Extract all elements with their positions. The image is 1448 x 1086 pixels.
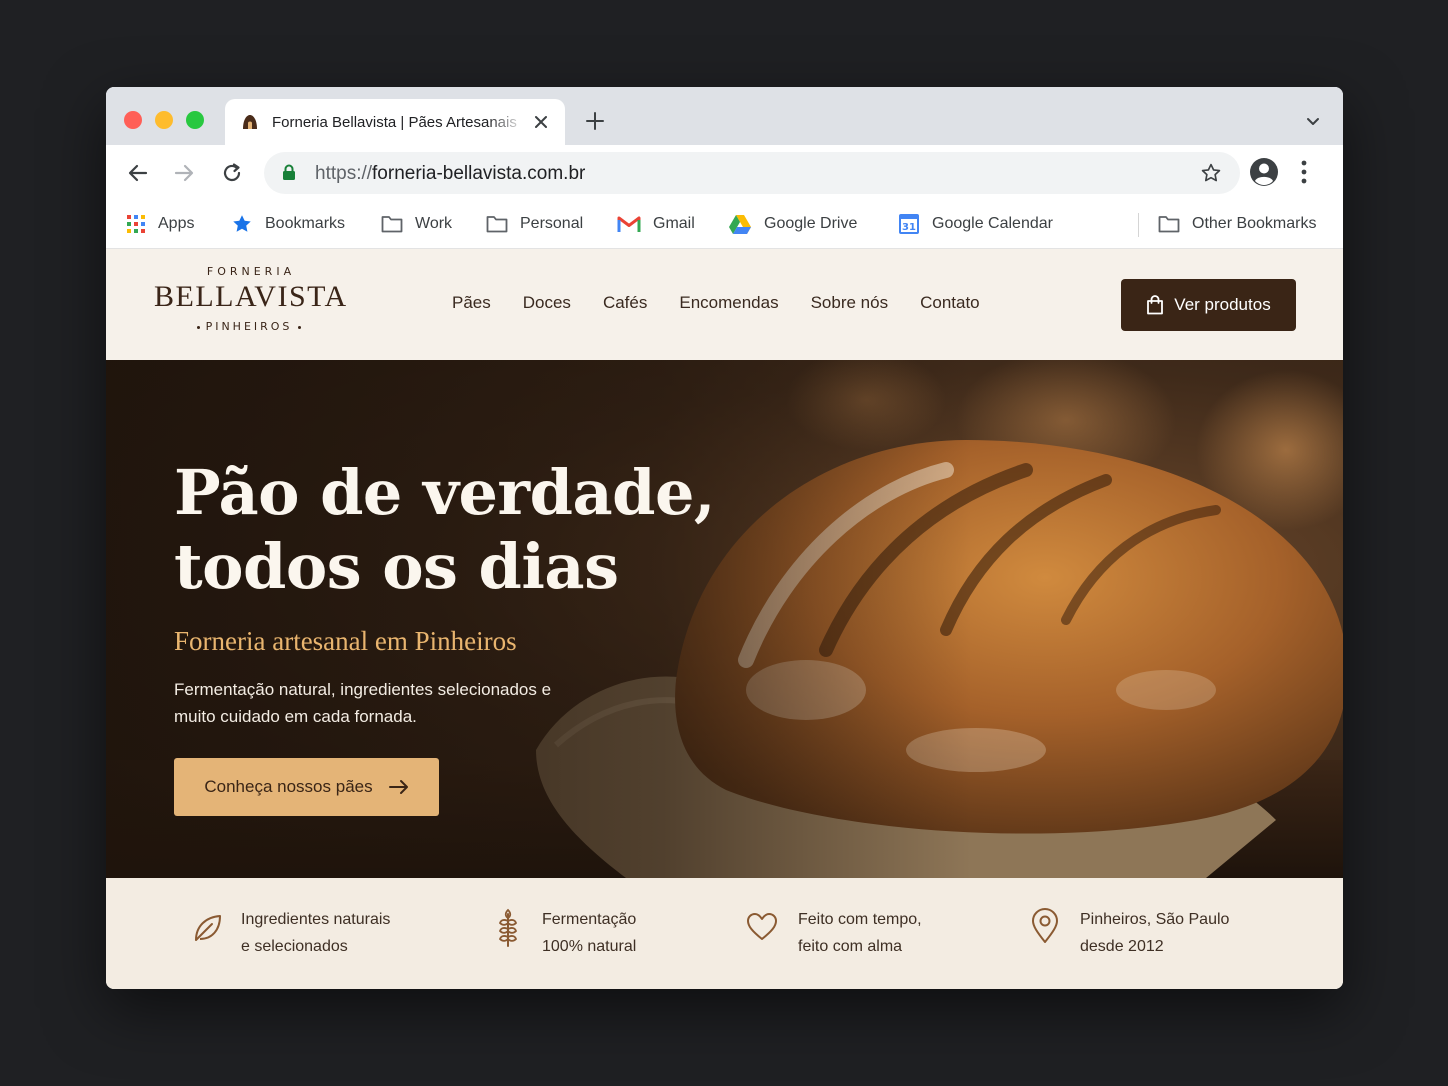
feature-made-with-care: Feito com tempo, feito com alma <box>746 906 922 960</box>
calendar-icon-day: 31 <box>902 222 916 233</box>
profile-avatar-icon[interactable] <box>1249 157 1279 187</box>
close-window-button[interactable] <box>124 111 142 129</box>
feature-line-1: Pinheiros, São Paulo <box>1080 911 1230 928</box>
bookmark-gmail[interactable]: Gmail <box>617 211 695 237</box>
view-products-label: Ver produtos <box>1174 295 1271 314</box>
leaf-icon <box>195 915 221 941</box>
bakery-favicon-icon <box>243 115 257 129</box>
feature-line-1: Ingredientes naturais <box>241 911 391 928</box>
bookmark-label: Gmail <box>653 215 695 232</box>
discover-breads-button[interactable]: Conheça nossos pães <box>174 758 439 816</box>
feature-line-2: feito com alma <box>798 938 903 955</box>
bookmark-label: Personal <box>520 215 584 232</box>
hero-section: Pão de verdade, todos os dias Forneria a… <box>106 360 1343 878</box>
feature-text: Pinheiros, São Paulo desde 2012 <box>1080 906 1229 960</box>
feature-text: Feito com tempo, feito com alma <box>798 906 922 960</box>
logo-bottom-text: PINHEIROS <box>205 320 293 333</box>
address-bar[interactable]: https://forneria-bellavista.com.br <box>264 152 1240 194</box>
feature-line-2: desde 2012 <box>1080 938 1164 955</box>
minimize-window-button[interactable] <box>155 111 173 129</box>
logo-bottom-line: PINHEIROS <box>154 320 344 333</box>
hero-title-line-2: todos os dias <box>174 530 619 603</box>
maximize-window-button[interactable] <box>186 111 204 129</box>
features-bar: Ingredientes naturais e selecionados Fer… <box>106 878 1343 989</box>
main-nav: Pães Doces Cafés Encomendas Sobre nós Co… <box>452 293 1012 313</box>
bookmark-apps[interactable]: Apps <box>126 211 194 237</box>
reload-icon[interactable] <box>218 159 246 187</box>
bookmark-label: Apps <box>158 215 195 232</box>
bookmark-google-drive[interactable]: Google Drive <box>728 211 857 237</box>
discover-breads-label: Conheça nossos pães <box>204 777 373 796</box>
site-logo[interactable]: FORNERIA BELLAVISTA PINHEIROS <box>154 265 348 333</box>
bookmark-label: Bookmarks <box>265 215 346 232</box>
url-scheme: https:// <box>315 163 373 184</box>
bookmark-other-bookmarks[interactable]: Other Bookmarks <box>1158 211 1316 237</box>
heart-icon <box>747 913 777 940</box>
bookmark-label: Google Drive <box>764 215 858 232</box>
nav-link-encomendas[interactable]: Encomendas <box>679 293 778 313</box>
bookmark-label: Other Bookmarks <box>1192 215 1317 232</box>
tab-search-chevron-down-icon[interactable] <box>1305 113 1321 129</box>
feature-line-2: e selecionados <box>241 938 348 955</box>
folder-icon <box>1158 216 1180 233</box>
bookmark-star-icon[interactable] <box>1200 162 1222 184</box>
shopping-bag-icon <box>1147 295 1164 315</box>
bookmark-bookmarks[interactable]: Bookmarks <box>231 211 345 237</box>
browser-window: Forneria Bellavista | Pães Artesanais ht… <box>106 87 1343 989</box>
nav-link-doces[interactable]: Doces <box>523 293 571 313</box>
google-drive-icon <box>729 214 751 234</box>
star-icon <box>233 215 251 232</box>
hero-title-line-1: Pão de verdade, <box>174 456 716 529</box>
bookmarks-bar: Apps Bookmarks Work Personal Gmail Googl… <box>106 201 1343 249</box>
hero-subtitle: Forneria artesanal em Pinheiros <box>174 626 517 656</box>
feature-line-1: Feito com tempo, <box>798 911 922 928</box>
back-arrow-icon[interactable] <box>124 159 152 187</box>
arrow-right-icon <box>388 780 408 794</box>
nav-link-cafes[interactable]: Cafés <box>603 293 647 313</box>
tab-title: Forneria Bellavista | Pães Artesanais <box>272 113 517 131</box>
logo-top-text: FORNERIA <box>206 265 296 278</box>
active-tab[interactable]: Forneria Bellavista | Pães Artesanais <box>225 99 565 145</box>
feature-location: Pinheiros, São Paulo desde 2012 <box>1031 906 1229 960</box>
bookmarks-separator <box>1138 213 1139 237</box>
wheat-icon <box>498 908 518 947</box>
nav-link-sobre-nos[interactable]: Sobre nós <box>811 293 889 313</box>
logo-main-text: BELLAVISTA <box>154 280 348 313</box>
feature-text: Fermentação 100% natural <box>542 906 636 960</box>
feature-line-1: Fermentação <box>542 911 637 928</box>
map-pin-icon <box>1032 908 1058 943</box>
nav-link-paes[interactable]: Pães <box>452 293 491 313</box>
forward-arrow-icon[interactable] <box>170 159 198 187</box>
browser-toolbar: https://forneria-bellavista.com.br <box>106 145 1343 201</box>
view-products-button[interactable]: Ver produtos <box>1121 279 1296 331</box>
bookmark-label: Work <box>415 215 453 232</box>
google-calendar-icon: 31 <box>899 214 919 234</box>
hero-title: Pão de verdade, todos os dias <box>174 456 716 604</box>
apps-grid-icon <box>127 215 145 233</box>
gmail-icon <box>617 216 641 232</box>
folder-icon <box>381 216 403 233</box>
feature-line-2: 100% natural <box>542 938 637 955</box>
new-tab-plus-icon[interactable] <box>584 110 606 132</box>
bookmark-label: Google Calendar <box>932 215 1053 232</box>
tab-strip: Forneria Bellavista | Pães Artesanais <box>106 87 1343 145</box>
lock-icon[interactable] <box>282 164 296 181</box>
url-host: forneria-bellavista.com.br <box>372 163 586 184</box>
bookmark-google-calendar[interactable]: 31 Google Calendar <box>898 211 1053 237</box>
site-header: FORNERIA BELLAVISTA PINHEIROS Pães Doces… <box>106 249 1343 360</box>
hero-description: Fermentação natural, ingredientes seleci… <box>174 680 552 726</box>
bookmark-personal[interactable]: Personal <box>486 211 583 237</box>
more-menu-icon[interactable] <box>1300 159 1308 185</box>
nav-link-contato[interactable]: Contato <box>920 293 980 313</box>
feature-text: Ingredientes naturais e selecionados <box>241 906 390 960</box>
tab-close-icon[interactable] <box>531 112 551 132</box>
folder-icon <box>486 216 508 233</box>
feature-natural-ingredients: Ingredientes naturais e selecionados <box>192 906 390 960</box>
url-text[interactable]: https://forneria-bellavista.com.br <box>315 163 585 185</box>
bookmark-work[interactable]: Work <box>381 211 452 237</box>
feature-natural-fermentation: Fermentação 100% natural <box>494 906 636 960</box>
